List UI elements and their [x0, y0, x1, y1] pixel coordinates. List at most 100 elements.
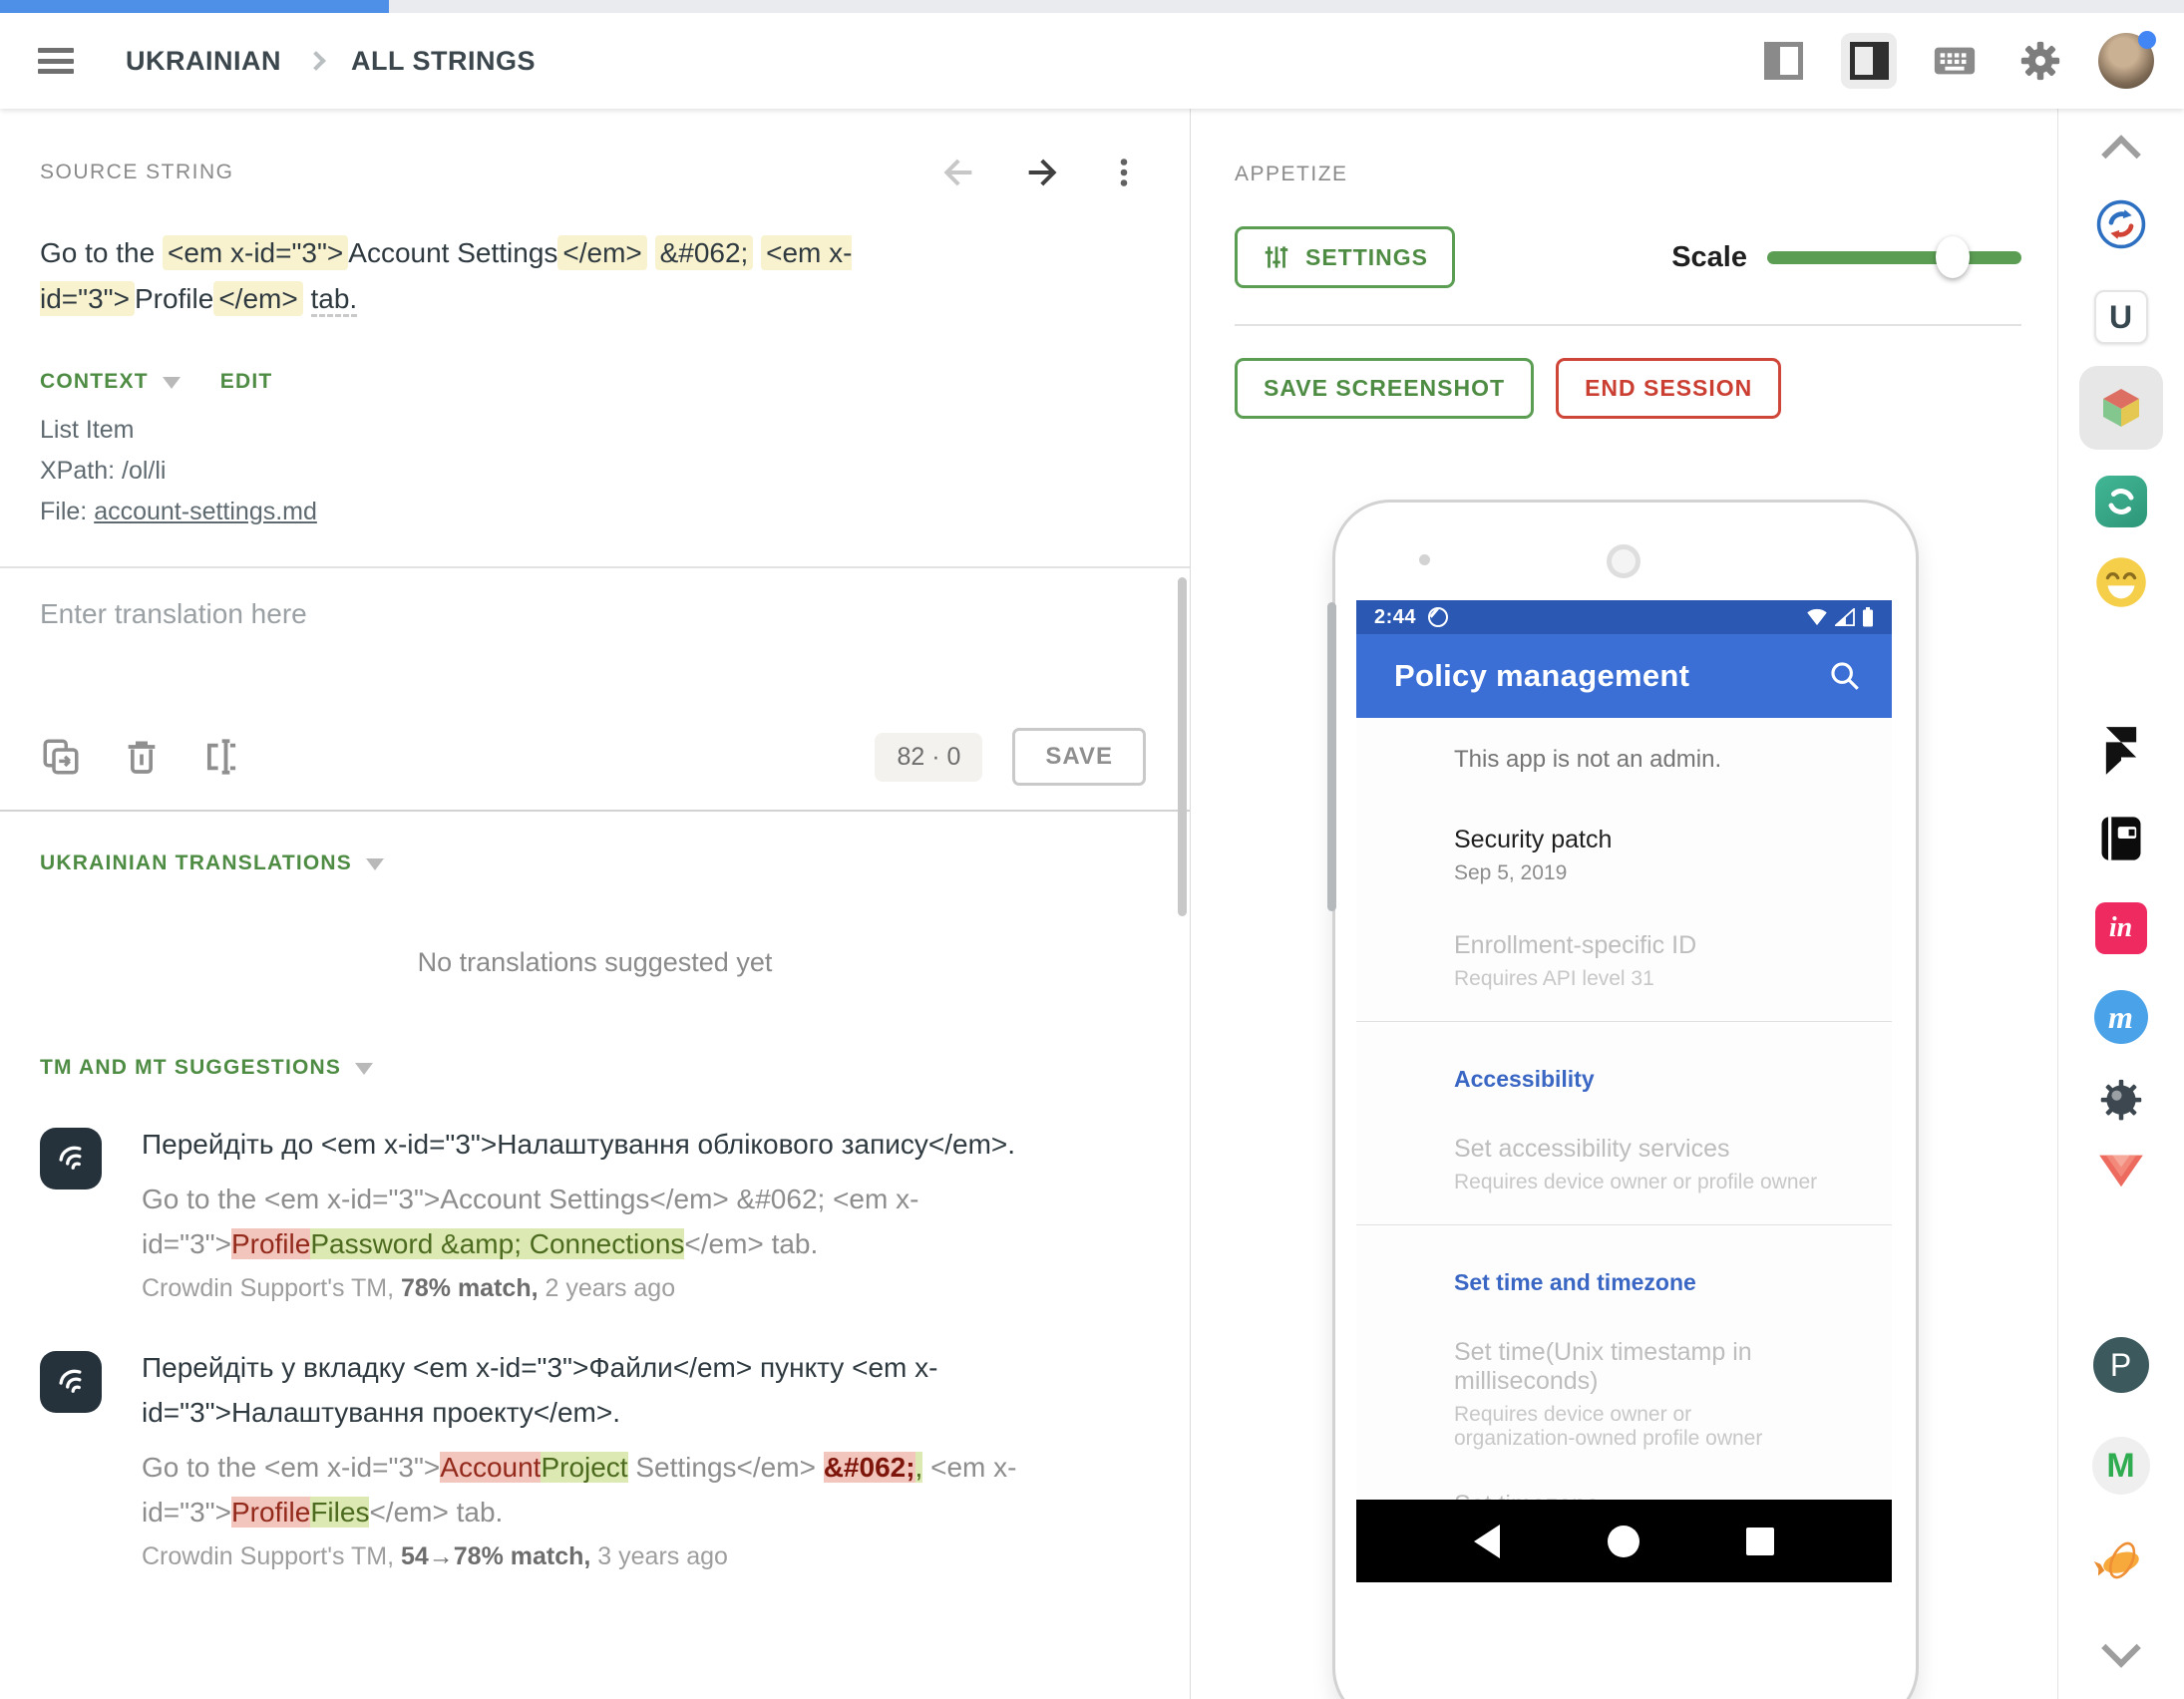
save-translation-button[interactable]: SAVE — [1012, 728, 1146, 786]
avatar[interactable] — [2098, 33, 2154, 89]
list-divider — [1356, 1021, 1892, 1022]
layout-left-icon — [1764, 42, 1803, 80]
zeplin-icon — [2093, 1536, 2149, 1584]
char-counter: 82 · 0 — [875, 733, 982, 782]
scale-label: Scale — [1671, 241, 1747, 274]
breadcrumb-language[interactable]: UKRAINIAN — [126, 46, 281, 77]
translation-input[interactable]: Enter translation here — [0, 568, 1190, 720]
app-header: UKRAINIAN ALL STRINGS — [0, 13, 2184, 109]
copy-source-button[interactable] — [40, 736, 82, 778]
context-info: List Item XPath: /ol/li File: account-se… — [40, 410, 1150, 532]
section-header: Accessibility — [1454, 1066, 1842, 1093]
scale-slider-thumb[interactable] — [1936, 236, 1970, 278]
admin-info-text: This app is not an admin. — [1454, 746, 1842, 774]
layout-right-panel-button[interactable] — [1841, 33, 1897, 89]
appetize-panel: APPETIZE SETTINGS Scale SAVE SCREENSHOT … — [1191, 109, 2057, 1699]
recents-icon[interactable] — [1746, 1528, 1774, 1555]
collapse-up-button[interactable] — [2104, 127, 2138, 161]
next-string-button[interactable] — [1022, 153, 1062, 192]
marvel-icon: m — [2094, 990, 2148, 1044]
toolbar-item-invision[interactable]: in — [2095, 902, 2147, 954]
speaker-grill — [1607, 544, 1640, 578]
toolbar-item-sync[interactable] — [2095, 198, 2147, 250]
toolbar-item-proto[interactable]: P — [2093, 1337, 2149, 1393]
list-item-sub-disabled: Requires device owner or organization-ow… — [1454, 1403, 1783, 1451]
select-text-button[interactable] — [201, 736, 243, 778]
app-title: Policy management — [1394, 658, 1689, 694]
suggestion-item[interactable]: Перейдіть у вкладку <em x-id="3">Файли</… — [40, 1345, 1150, 1571]
toolbar-item-framer[interactable] — [2101, 725, 2141, 777]
section-header: Set time and timezone — [1454, 1269, 1842, 1296]
context-type: List Item — [40, 410, 1150, 451]
layout-right-icon — [1850, 42, 1889, 80]
chevron-down-icon — [2104, 1632, 2138, 1666]
context-file[interactable]: File: account-settings.md — [40, 492, 1150, 532]
wifi-icon — [1806, 608, 1828, 626]
list-item-title[interactable]: Security patch — [1454, 826, 1842, 854]
list-item-title-disabled: Set accessibility services — [1454, 1135, 1842, 1164]
home-icon[interactable] — [1608, 1526, 1639, 1557]
translations-caret-icon — [366, 858, 384, 870]
context-toggle[interactable]: CONTEXT — [40, 370, 149, 394]
list-item-title-disabled: Set time(Unix timestamp in milliseconds) — [1454, 1338, 1813, 1396]
device-preview[interactable]: 2:44 Policy management This app is not a… — [1332, 500, 1919, 1699]
sync-icon — [2095, 198, 2147, 250]
keyboard-icon — [1932, 38, 1978, 84]
toolbar-item-marvel[interactable]: m — [2094, 990, 2148, 1044]
chevron-up-icon — [2104, 127, 2138, 161]
settings-gear-button[interactable] — [2012, 33, 2068, 89]
more-options-button[interactable] — [1106, 155, 1142, 190]
android-statusbar: 2:44 — [1356, 600, 1892, 634]
context-xpath: XPath: /ol/li — [40, 451, 1150, 492]
clear-translation-button[interactable] — [122, 737, 162, 777]
divider — [0, 810, 1190, 812]
scale-slider[interactable] — [1767, 251, 2021, 264]
toolbar-item-medium[interactable]: M — [2092, 1437, 2150, 1495]
policy-list[interactable]: This app is not an admin. Security patch… — [1356, 718, 1892, 1500]
page-progress-track — [0, 0, 2184, 13]
layout-left-panel-button[interactable] — [1755, 33, 1811, 89]
invision-icon: in — [2095, 902, 2147, 954]
letter-u-icon: U — [2094, 290, 2148, 344]
smiley-icon — [2094, 555, 2148, 609]
list-item-sub-disabled: Requires device owner or profile owner — [1454, 1171, 1842, 1194]
toolbar-item-smiley[interactable] — [2094, 555, 2148, 609]
crowdin-tm-icon — [40, 1351, 102, 1413]
list-divider — [1356, 1224, 1892, 1225]
tm-mt-suggestions-toggle[interactable]: TM AND MT SUGGESTIONS — [40, 1056, 341, 1080]
toolbar-item-mine[interactable] — [2094, 1072, 2148, 1126]
toolbar-item-flag[interactable] — [2097, 1154, 2145, 1189]
toolbar-item-book[interactable] — [2095, 813, 2147, 864]
toolbar-item-appetize[interactable] — [2079, 366, 2163, 450]
previous-string-button[interactable] — [938, 153, 978, 192]
search-icon[interactable] — [1828, 659, 1862, 693]
suggestion-source-diff: Go to the <em x-id="3">AccountProject Se… — [142, 1445, 1139, 1534]
refresh-icon — [2095, 476, 2147, 527]
proto-icon: P — [2093, 1337, 2149, 1393]
android-q-icon — [1428, 607, 1448, 627]
save-screenshot-button[interactable]: SAVE SCREENSHOT — [1235, 358, 1534, 419]
device-screen[interactable]: 2:44 Policy management This app is not a… — [1356, 600, 1892, 1582]
collapse-down-button[interactable] — [2104, 1632, 2138, 1666]
camera-dot — [1419, 554, 1430, 565]
toolbar-item-zeplin[interactable] — [2093, 1536, 2149, 1584]
back-icon[interactable] — [1474, 1525, 1500, 1558]
toolbar-item-letter-u[interactable]: U — [2094, 290, 2148, 344]
ukrainian-translations-toggle[interactable]: UKRAINIAN TRANSLATIONS — [40, 851, 352, 875]
appetize-settings-button[interactable]: SETTINGS — [1235, 226, 1455, 288]
statusbar-time: 2:44 — [1374, 606, 1416, 629]
scrollbar-thumb[interactable] — [1178, 577, 1187, 916]
context-edit-button[interactable]: EDIT — [220, 370, 273, 394]
list-item-sub: Sep 5, 2019 — [1454, 861, 1842, 885]
page-progress-fill — [0, 0, 389, 13]
no-translations-text: No translations suggested yet — [0, 947, 1190, 978]
battery-icon — [1862, 607, 1874, 627]
breadcrumb-view[interactable]: ALL STRINGS — [351, 46, 536, 77]
source-string-text: Go to the <em x-id="3">Account Settings<… — [40, 230, 1047, 322]
keyboard-shortcuts-button[interactable] — [1927, 33, 1983, 89]
hamburger-menu-icon[interactable] — [38, 48, 74, 74]
suggestion-item[interactable]: Перейдіть до <em x-id="3">Налаштування о… — [40, 1122, 1150, 1303]
flag-icon — [2097, 1154, 2145, 1189]
end-session-button[interactable]: END SESSION — [1556, 358, 1781, 419]
toolbar-item-refresh[interactable] — [2095, 476, 2147, 527]
